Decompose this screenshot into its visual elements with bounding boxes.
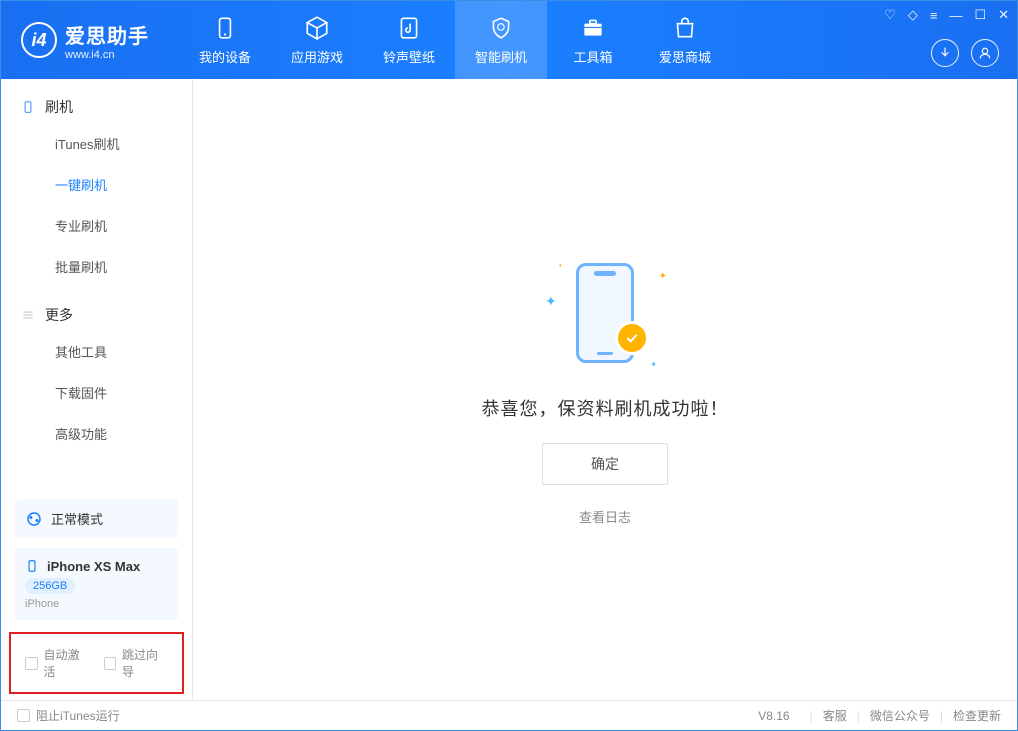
- capacity-badge: 256GB: [25, 578, 75, 594]
- sidebar-item-download-firmware[interactable]: 下载固件: [1, 372, 192, 413]
- status-bar: 阻止iTunes运行 V8.16 | 客服 | 微信公众号 | 检查更新: [1, 700, 1017, 730]
- sidebar-item-batch-flash[interactable]: 批量刷机: [1, 246, 192, 287]
- main-content: ✦ ✦ ✦ • 恭喜您，保资料刷机成功啦！ 确定 查看日志: [193, 79, 1017, 700]
- tab-label: 铃声壁纸: [383, 47, 435, 66]
- toolbox-icon: [580, 15, 606, 41]
- feedback-icon[interactable]: ♡: [884, 7, 896, 23]
- view-log-link[interactable]: 查看日志: [579, 507, 631, 526]
- user-button[interactable]: [971, 39, 999, 67]
- device-panel: 正常模式 iPhone XS Max 256GB iPhone: [1, 487, 192, 632]
- skin-icon[interactable]: ◇: [908, 7, 918, 23]
- section-title: 刷机: [45, 97, 73, 117]
- footer-link-support[interactable]: 客服: [823, 707, 847, 724]
- list-icon: [21, 308, 35, 322]
- tab-apps-games[interactable]: 应用游戏: [271, 1, 363, 79]
- checkbox-label: 阻止iTunes运行: [36, 707, 120, 724]
- header-actions: [931, 39, 999, 67]
- maximize-button[interactable]: ☐: [974, 7, 986, 23]
- logo-area: i4 爱思助手 www.i4.cn: [1, 20, 169, 61]
- sparkle-icon: ✦: [659, 271, 667, 282]
- tab-ringtones[interactable]: 铃声壁纸: [363, 1, 455, 79]
- sidebar: 刷机 iTunes刷机 一键刷机 专业刷机 批量刷机 更多 其他工具 下载固件 …: [1, 79, 193, 700]
- checkbox-icon: [17, 709, 30, 722]
- ok-button[interactable]: 确定: [542, 443, 668, 485]
- sparkle-icon: ✦: [545, 293, 557, 310]
- mode-label: 正常模式: [51, 509, 103, 528]
- checkbox-label: 自动激活: [44, 646, 90, 680]
- logo-icon: i4: [21, 22, 57, 58]
- close-button[interactable]: ✕: [998, 7, 1009, 23]
- section-title: 更多: [45, 305, 73, 325]
- sidebar-item-itunes-flash[interactable]: iTunes刷机: [1, 123, 192, 164]
- device-name: iPhone XS Max: [47, 559, 140, 574]
- window-controls: ♡ ◇ ≡ — ☐ ✕: [884, 7, 1009, 23]
- checkbox-auto-activate[interactable]: 自动激活: [25, 646, 90, 680]
- checkbox-icon: [104, 657, 117, 670]
- phone-outline-icon: [21, 100, 35, 114]
- checkbox-skip-guide[interactable]: 跳过向导: [104, 646, 169, 680]
- sidebar-item-other-tools[interactable]: 其他工具: [1, 331, 192, 372]
- tab-label: 工具箱: [573, 47, 612, 66]
- sparkle-icon: ✦: [650, 360, 657, 369]
- tab-label: 应用游戏: [291, 47, 343, 66]
- footer-link-update[interactable]: 检查更新: [953, 707, 1001, 724]
- store-icon: [672, 15, 698, 41]
- footer-link-wechat[interactable]: 微信公众号: [870, 707, 930, 724]
- app-title: 爱思助手: [65, 20, 149, 49]
- sidebar-section-more: 更多: [1, 305, 192, 331]
- sidebar-item-oneclick-flash[interactable]: 一键刷机: [1, 164, 192, 205]
- shield-icon: [488, 15, 514, 41]
- cube-icon: [304, 15, 330, 41]
- app-header: i4 爱思助手 www.i4.cn 我的设备 应用游戏 铃声壁纸 智能刷机 工具…: [1, 1, 1017, 79]
- tab-my-device[interactable]: 我的设备: [179, 1, 271, 79]
- download-button[interactable]: [931, 39, 959, 67]
- success-message: 恭喜您，保资料刷机成功啦！: [482, 395, 729, 421]
- app-subtitle: www.i4.cn: [65, 49, 149, 61]
- highlighted-options: 自动激活 跳过向导: [9, 632, 184, 694]
- checkbox-icon: [25, 657, 38, 670]
- version-label: V8.16: [758, 709, 789, 723]
- sparkle-icon: •: [559, 261, 562, 270]
- device-small-icon: [25, 558, 39, 574]
- tab-toolbox[interactable]: 工具箱: [547, 1, 639, 79]
- device-type: iPhone: [25, 598, 168, 610]
- tab-store[interactable]: 爱思商城: [639, 1, 731, 79]
- sidebar-item-advanced[interactable]: 高级功能: [1, 413, 192, 454]
- mode-icon: [25, 510, 43, 528]
- device-row[interactable]: iPhone XS Max 256GB iPhone: [15, 548, 178, 620]
- checkbox-label: 跳过向导: [122, 646, 168, 680]
- tab-label: 爱思商城: [659, 47, 711, 66]
- tab-label: 智能刷机: [475, 47, 527, 66]
- mode-row[interactable]: 正常模式: [15, 499, 178, 538]
- tab-label: 我的设备: [199, 47, 251, 66]
- music-icon: [396, 15, 422, 41]
- device-icon: [212, 15, 238, 41]
- nav-tabs: 我的设备 应用游戏 铃声壁纸 智能刷机 工具箱 爱思商城: [179, 1, 731, 79]
- tab-smart-flash[interactable]: 智能刷机: [455, 1, 547, 79]
- menu-icon[interactable]: ≡: [930, 8, 938, 23]
- minimize-button[interactable]: —: [949, 8, 962, 23]
- sidebar-item-pro-flash[interactable]: 专业刷机: [1, 205, 192, 246]
- checkbox-block-itunes[interactable]: 阻止iTunes运行: [17, 707, 120, 724]
- sidebar-section-flash: 刷机: [1, 97, 192, 123]
- app-body: 刷机 iTunes刷机 一键刷机 专业刷机 批量刷机 更多 其他工具 下载固件 …: [1, 79, 1017, 700]
- checkmark-badge-icon: [615, 321, 649, 355]
- success-graphic: ✦ ✦ ✦ •: [535, 253, 675, 373]
